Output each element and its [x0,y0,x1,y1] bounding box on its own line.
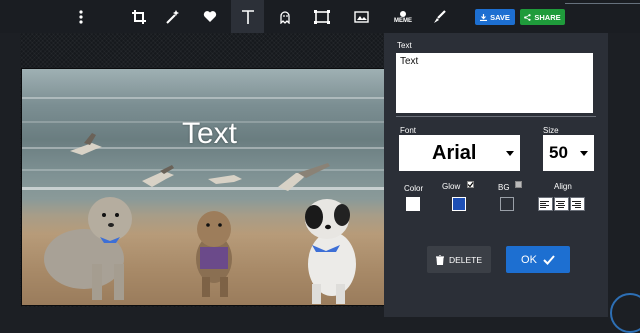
dog-left [44,197,132,300]
divider-line [565,3,640,4]
frame-icon[interactable] [307,0,337,33]
delete-label: DELETE [448,254,483,265]
align-left-button[interactable] [538,197,553,211]
share-button[interactable]: SHARE [520,9,565,25]
ok-button[interactable]: OK [506,246,570,273]
edited-photo[interactable]: Text [21,68,385,306]
glow-label: Glow [442,182,461,191]
brush-icon[interactable] [424,0,454,33]
text-settings-panel: Text Text Font Size Arial 50 Color Glow … [384,33,608,317]
align-group [538,197,585,211]
divider [396,116,596,117]
overlay-text[interactable]: Text [182,117,237,151]
ghost-icon[interactable] [270,0,300,33]
bg-checkbox[interactable] [515,181,522,188]
size-value: 50 [549,143,568,162]
save-label: SAVE [490,12,510,22]
corner-decoration [610,293,640,333]
bird-icon [70,133,102,155]
align-center-button[interactable] [554,197,569,211]
heart-icon[interactable] [195,0,225,33]
font-label: Font [400,126,417,135]
share-label: SHARE [534,12,561,22]
magic-wand-icon[interactable] [158,0,188,33]
bg-label: BG [498,183,510,192]
canvas-area: Text [20,33,385,307]
image-icon[interactable] [347,0,377,33]
share-icon [524,13,531,21]
font-value: Arial [432,141,477,164]
align-label: Align [554,182,572,191]
bird-icon [208,175,242,184]
glow-color-swatch[interactable] [452,197,466,211]
dog-right [305,199,356,304]
right-strip [608,33,640,317]
dog-middle [196,211,232,297]
chevron-down-icon [506,151,514,156]
save-button[interactable]: SAVE [475,9,515,25]
text-input[interactable]: Text [396,53,593,113]
chevron-down-icon [580,151,588,156]
delete-button[interactable]: DELETE [427,246,491,273]
meme-label: MEME [394,17,412,24]
photo-subjects [44,133,356,304]
text-icon[interactable] [231,0,264,33]
font-select[interactable]: Arial [399,135,520,171]
meme-icon[interactable]: MEME [388,0,418,33]
crop-icon[interactable] [124,0,154,33]
ok-label: OK [521,253,537,266]
glow-checkbox[interactable] [467,181,474,188]
more-vert-icon[interactable] [66,0,96,33]
align-right-button[interactable] [570,197,585,211]
check-icon [543,254,555,265]
bird-icon [142,165,174,187]
size-label: Size [543,126,559,135]
download-icon [480,13,488,21]
text-color-swatch[interactable] [406,197,420,211]
bg-color-swatch[interactable] [500,197,514,211]
color-label: Color [404,184,424,193]
size-select[interactable]: 50 [543,135,594,171]
bird-icon [278,163,330,191]
toolbar: MEME SAVE SHARE [0,0,640,33]
trash-icon [435,254,444,265]
text-label: Text [397,41,412,50]
